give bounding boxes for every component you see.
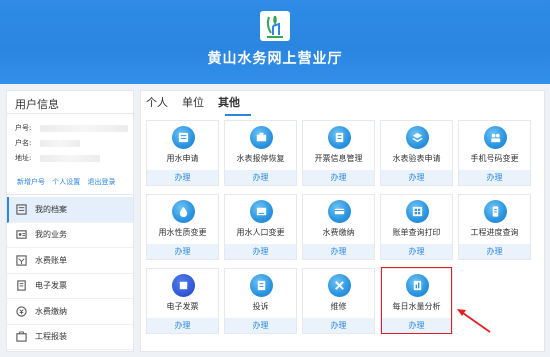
- water-utility-logo-icon: [260, 11, 290, 41]
- tile-invoice-info[interactable]: 开票信息管理 办理: [302, 120, 375, 186]
- site-title: 黄山水务网上营业厅: [207, 51, 343, 67]
- tile-water-nature[interactable]: 用水性质变更 办理: [146, 194, 219, 260]
- add-account-link[interactable]: 新增户号: [17, 178, 45, 186]
- tab-other[interactable]: 其他: [218, 94, 240, 112]
- divider: [7, 194, 133, 195]
- tile-label: 用水申请: [166, 154, 199, 163]
- tile-label: 用水性质变更: [158, 228, 207, 237]
- business-icon: [16, 229, 27, 240]
- meter-check-icon: [406, 126, 429, 149]
- sidebar-menu: 我的档案 我的业务 水费账单 电子发票 水费缴纳 工程报装: [7, 197, 133, 350]
- address-label: 地址:: [15, 154, 32, 162]
- redacted-value: [39, 124, 128, 132]
- tile-meter-check[interactable]: 水表验表申请 办理: [380, 120, 453, 186]
- tab-bar: 个人 单位 其他: [146, 94, 254, 112]
- water-apply-icon: [172, 126, 195, 149]
- project-icon: [16, 331, 27, 342]
- sidebar-item-business[interactable]: 我的业务: [7, 223, 133, 248]
- meter-suspend-icon: [250, 126, 273, 149]
- tile-label: 工程进度查询: [470, 228, 519, 237]
- bill-print-icon: [406, 200, 429, 223]
- tab-organization[interactable]: 单位: [182, 94, 204, 112]
- user-info-title: 用户信息: [15, 98, 59, 111]
- complaint-icon: [250, 274, 273, 297]
- project-progress-icon: [484, 200, 507, 223]
- divider: [7, 113, 133, 114]
- tile-bill-print[interactable]: 账单查询打印 办理: [380, 194, 453, 260]
- invoice-info-icon: [328, 126, 351, 149]
- handle-button[interactable]: 办理: [303, 170, 374, 185]
- handle-button[interactable]: 办理: [303, 244, 374, 259]
- handle-button[interactable]: 办理: [225, 244, 296, 259]
- tile-project-progress[interactable]: 工程进度查询 办理: [458, 194, 531, 260]
- invoice-icon: [16, 280, 27, 291]
- tile-label: 水费缴纳: [322, 228, 355, 237]
- handle-button[interactable]: 办理: [147, 170, 218, 185]
- tile-label: 账单查询打印: [392, 228, 441, 237]
- handle-button[interactable]: 办理: [459, 244, 530, 259]
- handle-button[interactable]: 办理: [459, 170, 530, 185]
- logout-link[interactable]: 退出登录: [87, 178, 115, 186]
- handle-button[interactable]: 办理: [381, 170, 452, 185]
- sidebar-item-label: 我的档案: [35, 204, 67, 214]
- tile-repair[interactable]: 维修 办理: [302, 268, 375, 334]
- sidebar-item-label: 电子发票: [35, 281, 67, 291]
- sidebar-item-label: 我的业务: [35, 230, 67, 240]
- tile-label: 开票信息管理: [314, 154, 363, 163]
- archive-icon: [16, 204, 27, 215]
- handle-button[interactable]: 办理: [225, 318, 296, 333]
- sidebar-item-label: 工程报装: [35, 332, 67, 342]
- tile-population-change[interactable]: 用水人口变更 办理: [224, 194, 297, 260]
- fee-pay-icon: [328, 200, 351, 223]
- tile-label: 维修: [330, 302, 347, 311]
- sidebar-item-label: 水费缴纳: [35, 306, 67, 316]
- e-invoice-icon: [172, 274, 195, 297]
- account-number-row: 户号:: [15, 123, 128, 133]
- tile-label: 投诉: [252, 302, 269, 311]
- sidebar-item-label: 水费账单: [35, 255, 67, 265]
- phone-change-icon: [484, 126, 507, 149]
- active-tab-indicator: [225, 114, 251, 116]
- address-row: 地址:: [15, 153, 100, 163]
- handle-button[interactable]: 办理: [381, 244, 452, 259]
- sidebar-item-project[interactable]: 工程报装: [7, 325, 133, 350]
- payment-icon: [16, 306, 27, 317]
- redacted-value: [39, 139, 80, 147]
- tile-e-invoice[interactable]: 电子发票 办理: [146, 268, 219, 334]
- handle-button[interactable]: 办理: [225, 170, 296, 185]
- tile-complaint[interactable]: 投诉 办理: [224, 268, 297, 334]
- population-change-icon: [250, 200, 273, 223]
- tile-label: 电子发票: [166, 302, 199, 311]
- sidebar-item-archive[interactable]: 我的档案: [7, 197, 133, 223]
- tile-label: 水表验表申请: [392, 154, 441, 163]
- sidebar: 用户信息 户号: 户名: 地址: 新增户号 个人设置 退出登录 我的档案 我的业…: [6, 90, 134, 352]
- sidebar-item-bill[interactable]: 水费账单: [7, 248, 133, 274]
- tile-phone-change[interactable]: 手机号码变更 办理: [458, 120, 531, 186]
- pointer-arrow-icon: [457, 309, 491, 333]
- repair-icon: [328, 274, 351, 297]
- handle-button[interactable]: 办理: [303, 318, 374, 333]
- tile-label: 用水人口变更: [236, 228, 285, 237]
- account-links: 新增户号 个人设置 退出登录: [17, 177, 120, 187]
- account-name-label: 户名:: [15, 139, 32, 147]
- sidebar-item-payment[interactable]: 水费缴纳: [7, 299, 133, 325]
- tile-meter-suspend[interactable]: 水表报停恢复 办理: [224, 120, 297, 186]
- redacted-value: [39, 154, 100, 162]
- tile-label: 手机号码变更: [470, 154, 519, 163]
- sidebar-item-invoice[interactable]: 电子发票: [7, 274, 133, 299]
- account-name-row: 户名:: [15, 138, 80, 148]
- water-nature-icon: [172, 200, 195, 223]
- highlight-box: [381, 267, 452, 334]
- tile-water-apply[interactable]: 用水申请 办理: [146, 120, 219, 186]
- tab-personal[interactable]: 个人: [146, 94, 168, 112]
- site-header: 黄山水务网上营业厅: [0, 0, 550, 84]
- tile-label: 水表报停恢复: [236, 154, 285, 163]
- bill-icon: [16, 255, 27, 266]
- handle-button[interactable]: 办理: [147, 318, 218, 333]
- account-number-label: 户号:: [15, 124, 32, 132]
- handle-button[interactable]: 办理: [147, 244, 218, 259]
- tile-fee-pay[interactable]: 水费缴纳 办理: [302, 194, 375, 260]
- personal-settings-link[interactable]: 个人设置: [52, 178, 80, 186]
